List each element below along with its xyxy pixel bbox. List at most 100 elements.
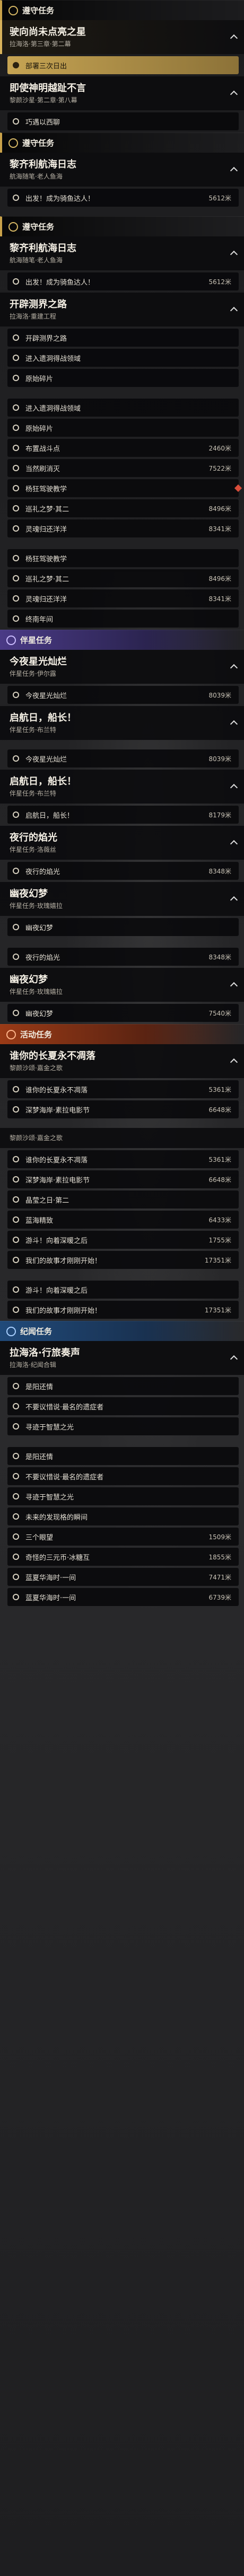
event-icon [6,1029,16,1039]
objective-item[interactable]: 我们的故事才刚刚开始！ 17351米 [7,1301,239,1319]
chevron-up-icon[interactable] [230,166,238,175]
quest-card[interactable]: 今夜星光灿烂 伴星任务·伊尔露 [0,650,244,684]
objective-item[interactable]: 灵魂归还洋洋 8341米 [7,589,239,607]
objective-item[interactable]: 蓝海精致 6433米 [7,1211,239,1229]
objective-item[interactable]: 深梦海岸·素拉电影节 6648米 [7,1100,239,1118]
objective-marker-icon [13,555,19,561]
section-chronicle-header[interactable]: 纪闻任务 [0,1321,244,1341]
quest-card[interactable]: 谁你的长夏永不凋落 黎颜沙颂·嘉金之歌 [0,1044,244,1078]
objective-marker-icon [13,1423,19,1430]
quest-card[interactable]: 黎齐利航海日志 航海随笔·老人鱼海 [0,236,244,270]
objective-item[interactable]: 是阳还情 [7,1377,239,1395]
objective-item[interactable]: 寻迹于智慧之光 [7,1417,239,1435]
objective-distance: 8348米 [208,867,231,875]
section-event-header[interactable]: 活动任务 [0,1024,244,1044]
chevron-up-icon[interactable] [230,720,238,728]
objective-item[interactable]: 巡礼之梦·其二 8496米 [7,569,239,587]
objective-item[interactable]: 不要议惜说·最名的遗症者 [7,1397,239,1415]
chevron-up-icon[interactable] [230,783,238,792]
quest-card[interactable]: 启航日，船长！ 伴星任务·布兰特 [0,706,244,740]
objective-distance: 1855米 [208,1553,231,1561]
objective-item[interactable]: 寻迹于智慧之光 [7,1487,239,1505]
objective-item[interactable]: 当然刷消灭 7522米 [7,459,239,477]
chevron-up-icon[interactable] [230,664,238,672]
objective-item[interactable]: 部署三次日出 [7,56,239,74]
objective-label: 我们的故事才刚刚开始！ [25,1257,102,1265]
objective-item[interactable]: 谁你的长夏永不凋落 5361米 [7,1150,239,1168]
objective-item[interactable]: 启航日，船长！ 8179米 [7,806,239,824]
quest-card[interactable]: 幽夜幻梦 伴星任务·玫瑰嬉拉 [0,882,244,916]
objective-item[interactable]: 未来的发现格的瞬间 [7,1507,239,1525]
objective-item[interactable]: 进入遗洞得战领域 [7,349,239,367]
objective-item[interactable]: 游斗！向着深暖之后 [7,1281,239,1299]
objective-item[interactable]: 今夜星光灿烂 8039米 [7,686,239,704]
quest-title: 开辟测界之路 [10,299,67,310]
objective-item[interactable]: 原始碎片 [7,419,239,437]
section-companion-header[interactable]: 伴星任务 [0,630,244,650]
objective-item[interactable]: 蓝夏华海时·一间 6739米 [7,1588,239,1606]
quest-subtitle: 拉海洛·纪闻合辑 [10,1361,56,1369]
objective-item[interactable]: 终南年间 [7,610,239,628]
objective-item[interactable]: 晶莹之日·第二 [7,1190,239,1208]
quest-subtitle: 伴星任务·玫瑰嬉拉 [10,988,63,995]
objective-item[interactable]: 原始碎片 [7,369,239,387]
objective-distance: 7522米 [208,464,231,472]
quest-card[interactable]: 夜行的焰光 伴星任务·洛薇丝 [0,826,244,860]
objective-item[interactable]: 出发！成为骑鱼达人！ 5612米 [7,189,239,207]
objective-marker-icon [13,505,19,511]
section-daily-header[interactable]: 遵守任务 [0,0,244,20]
quest-card[interactable]: 黎颜沙颂·嘉金之歌 [0,1128,244,1148]
quest-card[interactable]: 即使神明越趾不言 黎颜沙星·第二章·第八幕 [0,76,244,110]
objective-item[interactable]: 幽夜幻梦 [7,918,239,936]
objective-item[interactable]: 幽夜幻梦 7540米 [7,1004,239,1022]
objective-distance: 1509米 [208,1533,231,1541]
objective-item[interactable]: 奇怪的三元币·冰糖互 1855米 [7,1548,239,1566]
objective-item[interactable]: 夜行的焰光 8348米 [7,862,239,880]
quest-card[interactable]: 拉海洛·行旅奏声 拉海洛·纪闻合辑 [0,1341,244,1375]
objective-item[interactable]: 我们的故事才刚刚开始！ 17351米 [7,1251,239,1269]
objective-item[interactable]: 今夜星光灿烂 8039米 [7,749,239,767]
chevron-up-icon[interactable] [230,1355,238,1363]
chevron-up-icon[interactable] [230,34,238,42]
objective-label: 蓝夏华海时·一间 [25,1594,76,1602]
objective-item[interactable]: 夜行的焰光 8348米 [7,948,239,966]
quest-card[interactable]: 启航日，船长！ 伴星任务·布兰特 [0,770,244,804]
objective-label: 三个眼望 [25,1533,54,1542]
chevron-up-icon[interactable] [230,1058,238,1066]
objective-item[interactable]: 布置战斗点 2460米 [7,439,239,457]
objective-marker-icon [13,692,19,698]
chevron-up-icon[interactable] [230,896,238,904]
objective-label: 是阳还情 [25,1453,54,1461]
section-daily-header[interactable]: 遵守任务 [0,216,244,236]
objective-item[interactable]: 巡礼之梦·其二 8496米 [7,499,239,517]
chevron-up-icon[interactable] [230,840,238,848]
chevron-up-icon[interactable] [230,250,238,259]
objective-item[interactable]: 游斗！向着深暖之后 1755米 [7,1231,239,1249]
quest-title: 谁你的长夏永不凋落 [10,1051,95,1062]
objective-item[interactable]: 杨狂驾驶教学 [7,549,239,567]
chevron-up-icon[interactable] [230,306,238,315]
objective-label: 今夜星光灿烂 [25,692,67,700]
quest-card[interactable]: 开辟测界之路 拉海洛·重建工程 [0,293,244,327]
objective-item[interactable]: 不要议惜说·最名的遗症者 [7,1467,239,1485]
objective-item[interactable]: 灵魂归还洋洋 8341米 [7,519,239,537]
objective-item[interactable]: 出发！成为骑鱼达人！ 5612米 [7,272,239,290]
chevron-up-icon[interactable] [230,982,238,990]
objective-item[interactable]: 进入遗洞得战领域 [7,399,239,417]
quest-card[interactable]: 幽夜幻梦 伴星任务·玫瑰嬉拉 [0,968,244,1002]
objective-label: 巡礼之梦·其二 [25,505,69,514]
objective-item[interactable]: 杨狂驾驶教学 [7,479,242,497]
objective-item[interactable]: 是阳还情 [7,1447,239,1465]
section-daily-header[interactable]: 遵守任务 [0,133,244,153]
objective-label: 终南年间 [25,615,54,624]
objective-item[interactable]: 谁你的长夏永不凋落 5361米 [7,1080,239,1098]
chevron-up-icon[interactable] [230,90,238,99]
objective-item[interactable]: 深梦海岸·素拉电影节 6648米 [7,1170,239,1188]
objective-item[interactable]: 三个眼望 1509米 [7,1528,239,1546]
objective-item[interactable]: 开辟测界之路 [7,329,239,347]
quest-list-column[interactable]: 遵守任务 驶向尚未点亮之星 拉海洛·第三章·第二幕 部署三次日出 即使神明越趾不… [0,0,244,1608]
quest-card[interactable]: 驶向尚未点亮之星 拉海洛·第三章·第二幕 [0,20,244,54]
objective-item[interactable]: 蓝夏华海时·一间 7471米 [7,1568,239,1586]
quest-card[interactable]: 黎齐利航海日志 航海随笔·老人鱼海 [0,153,244,187]
objective-item[interactable]: 巧遇以西聊 [7,112,239,130]
